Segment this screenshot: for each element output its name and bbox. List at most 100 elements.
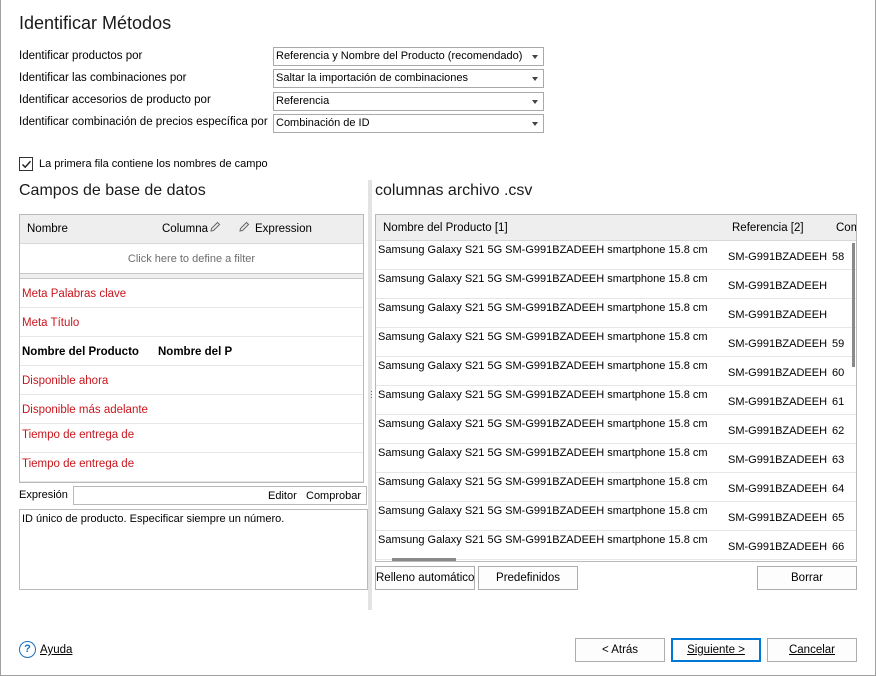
identify-products-label: Identificar productos por xyxy=(19,50,143,62)
csv-cell: Samsung Galaxy S21 5G SM-G991BZADEEH sma… xyxy=(378,505,708,517)
pencil-icon[interactable] xyxy=(209,221,221,236)
csv-cell: SM-G991BZADEEH xyxy=(728,483,828,495)
csv-preview-grid[interactable]: Nombre del Producto [1] Referencia [2] C… xyxy=(375,214,857,562)
column-header-expression[interactable]: Expression xyxy=(255,223,312,235)
clear-button[interactable]: Borrar xyxy=(757,566,857,590)
identify-specific-price-label: Identificar combinación de precios espec… xyxy=(19,116,268,128)
csv-column-header[interactable]: Com xyxy=(836,222,856,234)
field-row[interactable]: Disponible ahora xyxy=(20,366,363,395)
next-label: Siguiente > xyxy=(687,644,745,656)
identify-specific-price-select[interactable]: Combinación de ID xyxy=(273,114,544,133)
csv-cell: SM-G991BZADEEH xyxy=(728,396,828,408)
identify-combinations-value: Saltar la importación de combinaciones xyxy=(276,72,468,84)
db-fields-header: Nombre Columna Expression xyxy=(20,215,363,244)
field-name: Tiempo de entrega de xyxy=(22,429,135,441)
field-row[interactable]: Nombre del Producto Nombre del P xyxy=(20,337,363,366)
column-header-name[interactable]: Nombre xyxy=(27,223,68,235)
field-column: Nombre del P xyxy=(158,346,233,358)
csv-cell: Samsung Galaxy S21 5G SM-G991BZADEEH sma… xyxy=(378,244,708,256)
cancel-button[interactable]: Cancelar xyxy=(767,638,857,662)
csv-cell: 64 xyxy=(832,483,845,495)
expression-label: Expresión xyxy=(19,489,68,501)
help-icon[interactable]: ? xyxy=(19,641,36,658)
csv-row[interactable]: Samsung Galaxy S21 5G SM-G991BZADEEH sma… xyxy=(376,473,856,502)
field-row[interactable]: Tiempo de entrega de xyxy=(20,424,363,453)
csv-cell: SM-G991BZADEEH xyxy=(728,309,828,321)
csv-row[interactable]: Samsung Galaxy S21 5G SM-G991BZADEEH sma… xyxy=(376,328,856,357)
column-header-column[interactable]: Columna xyxy=(162,223,208,235)
csv-row[interactable]: Samsung Galaxy S21 5G SM-G991BZADEEH sma… xyxy=(376,444,856,473)
horizontal-scrollbar[interactable] xyxy=(392,558,456,561)
editor-button[interactable]: Editor xyxy=(268,490,297,502)
back-button[interactable]: < Atrás xyxy=(575,638,665,662)
csv-cell: SM-G991BZADEEH xyxy=(728,338,828,350)
csv-cell: SM-G991BZADEEH xyxy=(728,251,828,263)
expression-toolbar: Editor Comprobar xyxy=(73,486,367,505)
cancel-label: Cancelar xyxy=(788,644,836,656)
field-row[interactable]: Disponible más adelante xyxy=(20,395,363,424)
identify-products-value: Referencia y Nombre del Producto (recome… xyxy=(276,50,523,62)
csv-cell: Samsung Galaxy S21 5G SM-G991BZADEEH sma… xyxy=(378,389,708,401)
csv-row[interactable]: Samsung Galaxy S21 5G SM-G991BZADEEH sma… xyxy=(376,241,856,270)
field-name: Meta Palabras clave xyxy=(22,288,127,300)
csv-row[interactable]: Samsung Galaxy S21 5G SM-G991BZADEEH sma… xyxy=(376,386,856,415)
csv-cell: Samsung Galaxy S21 5G SM-G991BZADEEH sma… xyxy=(378,360,708,372)
csv-cell: SM-G991BZADEEH xyxy=(728,454,828,466)
identify-accessories-value: Referencia xyxy=(276,95,330,107)
field-row[interactable]: Meta Palabras clave xyxy=(20,279,363,308)
pencil-icon[interactable] xyxy=(238,221,250,236)
first-row-headers-label[interactable]: La primera fila contiene los nombres de … xyxy=(39,158,268,170)
csv-cell: SM-G991BZADEEH xyxy=(728,541,828,553)
identify-products-select[interactable]: Referencia y Nombre del Producto (recome… xyxy=(273,47,544,66)
next-button[interactable]: Siguiente > xyxy=(671,638,761,662)
expression-textarea[interactable]: ID único de producto. Especificar siempr… xyxy=(19,509,368,590)
csv-cell: Samsung Galaxy S21 5G SM-G991BZADEEH sma… xyxy=(378,302,708,314)
check-button[interactable]: Comprobar xyxy=(306,490,361,502)
chevron-down-icon[interactable] xyxy=(532,100,538,104)
csv-cell: Samsung Galaxy S21 5G SM-G991BZADEEH sma… xyxy=(378,534,708,546)
csv-row[interactable]: Samsung Galaxy S21 5G SM-G991BZADEEH sma… xyxy=(376,531,856,560)
identify-accessories-select[interactable]: Referencia xyxy=(273,92,544,111)
splitter-grip-icon: · · · xyxy=(370,386,373,402)
checkmark-icon xyxy=(21,160,32,169)
field-row[interactable]: Tiempo de entrega de xyxy=(20,453,363,482)
chevron-down-icon[interactable] xyxy=(532,122,538,126)
csv-columns-title: columnas archivo .csv xyxy=(375,182,533,199)
predefined-button[interactable]: Predefinidos xyxy=(478,566,578,590)
autofill-button[interactable]: Relleno automático xyxy=(375,566,475,590)
csv-cell: 59 xyxy=(832,338,845,350)
csv-row[interactable]: Samsung Galaxy S21 5G SM-G991BZADEEH sma… xyxy=(376,299,856,328)
filter-row[interactable]: Click here to define a filter xyxy=(20,245,363,272)
field-name: Disponible más adelante xyxy=(22,404,148,416)
field-name: Nombre del Producto xyxy=(22,346,139,358)
csv-row[interactable]: Samsung Galaxy S21 5G SM-G991BZADEEH sma… xyxy=(376,415,856,444)
csv-column-header[interactable]: Referencia [2] xyxy=(732,222,804,234)
csv-row[interactable]: Samsung Galaxy S21 5G SM-G991BZADEEH sma… xyxy=(376,502,856,531)
identify-specific-price-value: Combinación de ID xyxy=(276,117,370,129)
csv-cell: 66 xyxy=(832,541,845,553)
identify-combinations-select[interactable]: Saltar la importación de combinaciones xyxy=(273,69,544,88)
field-name: Meta Título xyxy=(22,317,80,329)
csv-cell: SM-G991BZADEEH xyxy=(728,367,828,379)
help-link[interactable]: Ayuda xyxy=(40,644,72,656)
field-name: Tiempo de entrega de xyxy=(22,458,135,470)
vertical-scrollbar[interactable] xyxy=(852,243,855,367)
csv-cell: SM-G991BZADEEH xyxy=(728,425,828,437)
db-fields-grid[interactable]: Nombre Columna Expression Click here to … xyxy=(19,214,364,483)
csv-header: Nombre del Producto [1] Referencia [2] C… xyxy=(376,215,856,241)
field-name: Disponible ahora xyxy=(22,375,109,387)
first-row-headers-checkbox[interactable] xyxy=(19,157,33,171)
csv-column-header[interactable]: Nombre del Producto [1] xyxy=(383,222,508,234)
csv-cell: 60 xyxy=(832,367,845,379)
csv-row[interactable]: Samsung Galaxy S21 5G SM-G991BZADEEH sma… xyxy=(376,357,856,386)
csv-cell: 58 xyxy=(832,251,845,263)
csv-cell: 63 xyxy=(832,454,845,466)
csv-cell: 65 xyxy=(832,512,845,524)
chevron-down-icon[interactable] xyxy=(532,55,538,59)
csv-row[interactable]: Samsung Galaxy S21 5G SM-G991BZADEEH sma… xyxy=(376,270,856,299)
csv-cell: Samsung Galaxy S21 5G SM-G991BZADEEH sma… xyxy=(378,476,708,488)
chevron-down-icon[interactable] xyxy=(532,77,538,81)
dialog-title: Identificar Métodos xyxy=(19,13,172,33)
identify-combinations-label: Identificar las combinaciones por xyxy=(19,72,187,84)
field-row[interactable]: Meta Título xyxy=(20,308,363,337)
